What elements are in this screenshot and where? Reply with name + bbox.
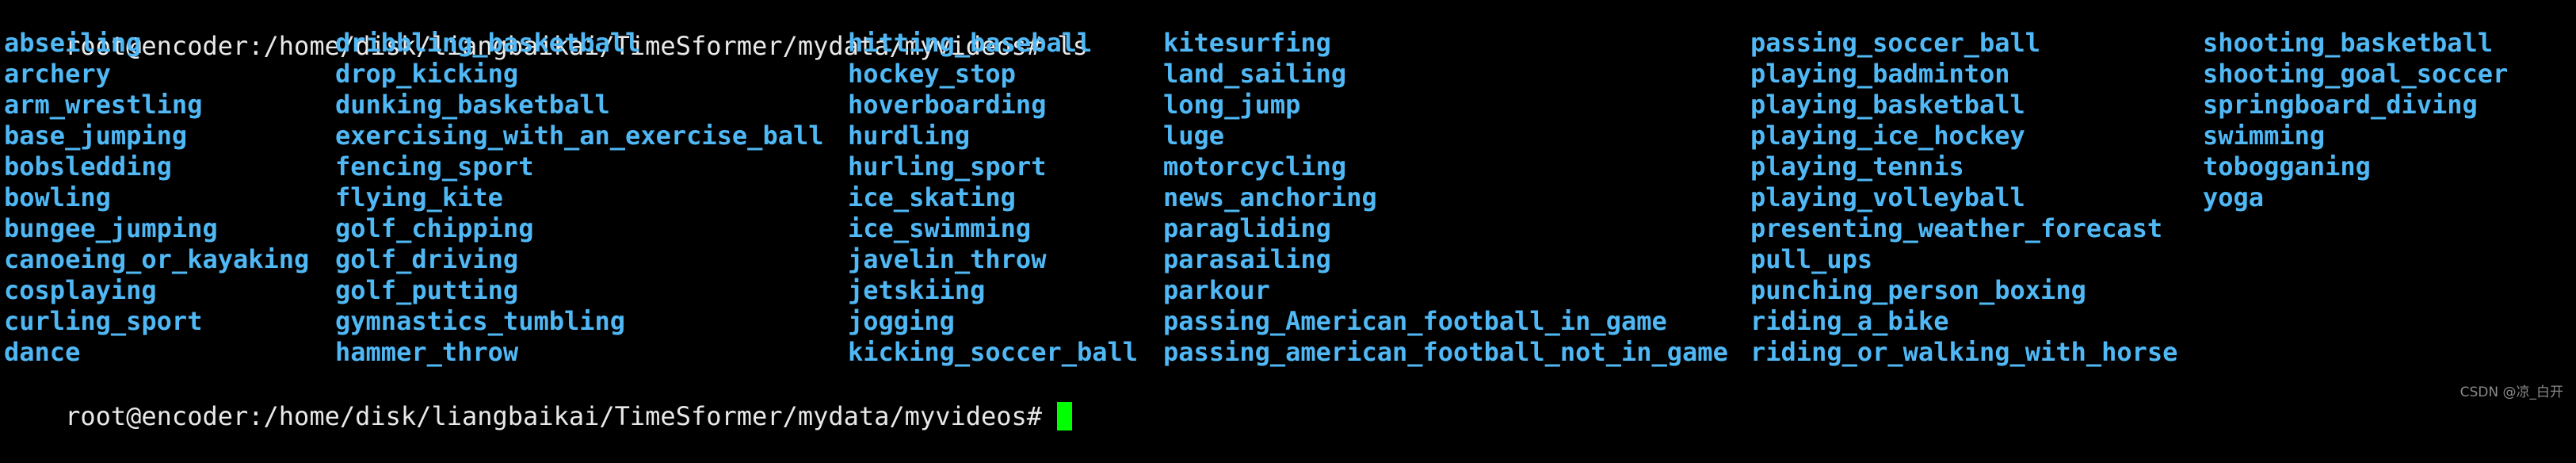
current-command-line[interactable]: root@encoder:/home/disk/liangbaikai/Time…	[4, 370, 1073, 431]
directory-entry: shooting_goal_soccer	[2203, 59, 2509, 89]
directory-entry: exercising_with_an_exercise_ball	[335, 121, 824, 151]
directory-entry: playing_basketball	[1750, 90, 2025, 120]
directory-entry: bowling	[4, 182, 111, 212]
directory-entry: base_jumping	[4, 121, 188, 151]
directory-entry: pull_ups	[1750, 244, 1873, 274]
directory-entry: golf_putting	[335, 275, 519, 305]
watermark: CSDN @凉_白开	[2460, 385, 2563, 400]
directory-entry: archery	[4, 59, 111, 89]
directory-entry: jogging	[848, 306, 955, 336]
directory-entry: hitting_baseball	[848, 28, 1093, 58]
directory-entry: jetskiing	[848, 275, 986, 305]
directory-entry: canoeing_or_kayaking	[4, 244, 310, 274]
directory-entry: cosplaying	[4, 275, 157, 305]
directory-entry: motorcycling	[1163, 151, 1347, 182]
directory-entry: luge	[1163, 121, 1225, 151]
command-line-ls: root@encoder:/home/disk/liangbaikai/Time…	[4, 0, 1088, 61]
ls-column-1: abseiling archery arm_wrestling base_jum…	[4, 28, 309, 368]
directory-entry: passing_american_football_not_in_game	[1163, 337, 1728, 367]
directory-entry: ice_swimming	[848, 213, 1032, 243]
directory-entry: yoga	[2203, 182, 2265, 212]
directory-entry: hurling_sport	[848, 151, 1047, 182]
directory-entry: playing_tennis	[1750, 151, 1964, 182]
ls-column-4: kitesurfing land_sailing long_jump luge …	[1163, 28, 1728, 368]
directory-entry: golf_chipping	[335, 213, 534, 243]
directory-entry: passing_soccer_ball	[1750, 28, 2041, 58]
directory-entry: riding_a_bike	[1750, 306, 1949, 336]
directory-entry: tobogganing	[2203, 151, 2371, 182]
directory-entry: hoverboarding	[848, 90, 1047, 120]
directory-entry: kitesurfing	[1163, 28, 1331, 58]
directory-entry: land_sailing	[1163, 59, 1347, 89]
directory-entry: flying_kite	[335, 182, 503, 212]
directory-entry: drop_kicking	[335, 59, 519, 89]
directory-entry: playing_ice_hockey	[1750, 121, 2025, 151]
directory-entry: golf_driving	[335, 244, 519, 274]
directory-entry: parasailing	[1163, 244, 1331, 274]
directory-entry: fencing_sport	[335, 151, 534, 182]
directory-entry: javelin_throw	[848, 244, 1047, 274]
ls-column-3: hitting_baseball hockey_stop hoverboardi…	[848, 28, 1138, 368]
ls-column-2: dribbling_basketball drop_kicking dunkin…	[335, 28, 824, 368]
directory-entry: news_anchoring	[1163, 182, 1377, 212]
directory-entry: paragliding	[1163, 213, 1331, 243]
directory-entry: hockey_stop	[848, 59, 1016, 89]
directory-entry: hurdling	[848, 121, 971, 151]
directory-entry: kicking_soccer_ball	[848, 337, 1139, 367]
directory-entry: shooting_basketball	[2203, 28, 2494, 58]
directory-entry: playing_volleyball	[1750, 182, 2025, 212]
terminal-window[interactable]: root@encoder:/home/disk/liangbaikai/Time…	[0, 0, 2576, 431]
directory-entry: punching_person_boxing	[1750, 275, 2086, 305]
directory-entry: riding_or_walking_with_horse	[1750, 337, 2178, 367]
directory-entry: hammer_throw	[335, 337, 519, 367]
directory-entry: long_jump	[1163, 90, 1301, 120]
directory-entry: swimming	[2203, 121, 2326, 151]
directory-entry: dunking_basketball	[335, 90, 610, 120]
directory-entry: parkour	[1163, 275, 1270, 305]
directory-entry: curling_sport	[4, 306, 203, 336]
directory-entry: abseiling	[4, 28, 142, 58]
directory-entry: bungee_jumping	[4, 213, 218, 243]
directory-entry: bobsledding	[4, 151, 172, 182]
directory-entry: ice_skating	[848, 182, 1016, 212]
ls-column-5: passing_soccer_ball playing_badminton pl…	[1750, 28, 2177, 368]
directory-entry: passing_American_football_in_game	[1163, 306, 1667, 336]
directory-entry: dribbling_basketball	[335, 28, 641, 58]
text-cursor	[1057, 402, 1073, 430]
ls-column-6: shooting_basketball shooting_goal_soccer…	[2203, 28, 2508, 213]
directory-entry: springboard_diving	[2203, 90, 2478, 120]
directory-entry: dance	[4, 337, 81, 367]
directory-entry: gymnastics_tumbling	[335, 306, 626, 336]
shell-prompt: root@encoder:/home/disk/liangbaikai/Time…	[65, 401, 1043, 431]
directory-entry: presenting_weather_forecast	[1750, 213, 2163, 243]
directory-entry: playing_badminton	[1750, 59, 2010, 89]
directory-entry: arm_wrestling	[4, 90, 203, 120]
